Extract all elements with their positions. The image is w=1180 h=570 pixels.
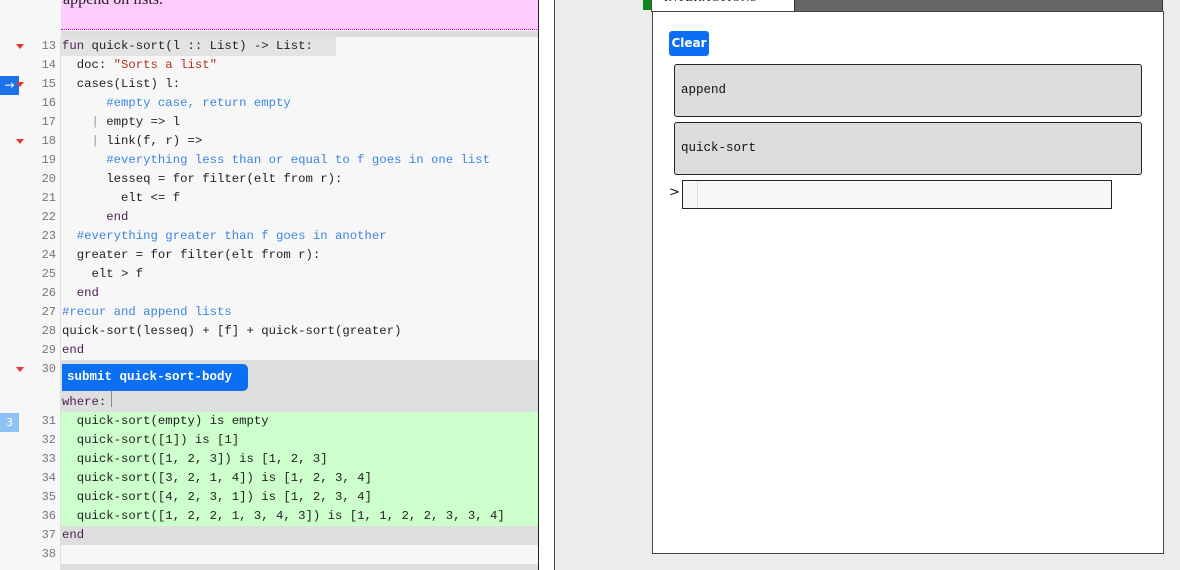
line-number: 22 <box>41 210 56 224</box>
code-line-28[interactable]: 28 quick-sort(lesseq) + [f] + quick-sort… <box>0 322 538 341</box>
line-number: 28 <box>41 324 56 338</box>
code-text: lesseq = for filter(elt from r): <box>62 172 343 186</box>
line-number: 17 <box>41 115 56 129</box>
line-number: 35 <box>41 490 56 504</box>
code-line-25[interactable]: 25 elt > f <box>0 265 538 284</box>
definition-label: append <box>681 83 727 97</box>
line-number: 38 <box>41 547 56 561</box>
code-line-19[interactable]: 19 #everything less than or equal to f g… <box>0 151 538 170</box>
code-line-35[interactable]: 35 quick-sort([4, 2, 3, 1]) is [1, 2, 3,… <box>0 488 538 507</box>
code-line-14[interactable]: 14 doc: "Sorts a list" <box>0 56 538 75</box>
code-text: empty => l <box>106 115 181 129</box>
code-line-31[interactable]: 31 quick-sort(empty) is empty <box>0 412 538 431</box>
code-line-24[interactable]: 24 greater = for filter(elt from r): <box>0 246 538 265</box>
line-number: 16 <box>41 96 56 110</box>
code-text: greater = for filter(elt from r): <box>62 248 321 262</box>
case-bar: | <box>62 115 107 129</box>
string-literal: "Sorts a list" <box>113 58 217 72</box>
line-number: 30 <box>41 362 56 376</box>
line-number: 25 <box>41 267 56 281</box>
comment: #empty case, return empty <box>62 96 291 110</box>
repl-input-gutter <box>697 181 698 208</box>
code-line-36[interactable]: 36 quick-sort([1, 2, 2, 1, 3, 4, 3]) is … <box>0 507 538 526</box>
code-text: end <box>62 210 129 224</box>
prose-block[interactable]: append on lists. <box>61 0 538 30</box>
code-line-21[interactable]: 21 elt <= f <box>0 189 538 208</box>
code-editor[interactable]: append on lists. → 3 13 fun quick-sort(l… <box>0 0 539 570</box>
line-number: 21 <box>41 191 56 205</box>
line-number: 37 <box>41 528 56 542</box>
line-number: 31 <box>41 414 56 428</box>
code-text: quick-sort([1]) is [1] <box>62 433 240 447</box>
code-line-27[interactable]: 27 #recur and append lists <box>0 303 538 322</box>
code-text: link(f, r) => <box>106 134 203 148</box>
code-line-20[interactable]: 20 lesseq = for filter(elt from r): <box>0 170 538 189</box>
line-number: 33 <box>41 452 56 466</box>
code-text: quick-sort([1, 2, 3]) is [1, 2, 3] <box>62 452 328 466</box>
definition-label: quick-sort <box>681 141 757 155</box>
code-line-33[interactable]: 33 quick-sort([1, 2, 3]) is [1, 2, 3] <box>0 450 538 469</box>
comment: #everything less than or equal to f goes… <box>62 153 491 167</box>
repl-prompt: > <box>669 185 680 200</box>
code-text: quick-sort(empty) is empty <box>62 414 269 428</box>
code-text: where: <box>62 395 107 409</box>
line-number: 18 <box>41 134 56 148</box>
code-line-38[interactable]: 38 <box>0 545 538 564</box>
definition-item[interactable]: quick-sort <box>674 122 1142 175</box>
line-number: 14 <box>41 58 56 72</box>
line-number: 32 <box>41 433 56 447</box>
code-line-29[interactable]: 29 end <box>0 341 538 360</box>
code-line-where[interactable]: where: <box>0 393 538 412</box>
line-number: 27 <box>41 305 56 319</box>
code-line-16[interactable]: 16 #empty case, return empty <box>0 94 538 113</box>
comment: #recur and append lists <box>62 305 232 319</box>
line-number: 34 <box>41 471 56 485</box>
code-line-37[interactable]: 37 end <box>0 526 538 545</box>
code-line-17[interactable]: 17 | empty => l <box>0 113 538 132</box>
code-text: end <box>62 343 85 357</box>
case-bar: | <box>62 134 107 148</box>
code-line-13[interactable]: 13 fun quick-sort(l :: List) -> List: <box>0 37 538 56</box>
code-text: end <box>62 286 99 300</box>
prose-text: append on lists. <box>63 0 163 9</box>
code-text: elt <= f <box>62 191 181 205</box>
code-text: quick-sort(l :: List) -> List: <box>84 39 313 53</box>
code-text: elt > f <box>62 267 144 281</box>
line-number: 24 <box>41 248 56 262</box>
submit-quick-sort-body-chip[interactable]: submit quick-sort-body <box>62 364 248 391</box>
line-number: 26 <box>41 286 56 300</box>
code-text: quick-sort([3, 2, 1, 4]) is [1, 2, 3, 4] <box>62 471 372 485</box>
code-text: cases(List) l: <box>62 77 181 91</box>
code-line-22[interactable]: 22 end <box>0 208 538 227</box>
next-block-highlight <box>61 564 538 570</box>
line-number: 20 <box>41 172 56 186</box>
definition-item[interactable]: append <box>674 64 1142 117</box>
pane-splitter[interactable] <box>539 0 555 570</box>
repl-input[interactable] <box>682 180 1112 209</box>
comment: #everything greater than f goes in anoth… <box>62 229 387 243</box>
code-line-15[interactable]: 15 cases(List) l: <box>0 75 538 94</box>
clear-button[interactable]: Clear <box>669 31 709 56</box>
line-number: 29 <box>41 343 56 357</box>
line-number: 23 <box>41 229 56 243</box>
code-text: quick-sort([4, 2, 3, 1]) is [1, 2, 3, 4] <box>62 490 372 504</box>
code-line-26[interactable]: 26 end <box>0 284 538 303</box>
line-number: 36 <box>41 509 56 523</box>
code-line-23[interactable]: 23 #everything greater than f goes in an… <box>0 227 538 246</box>
code-line-18[interactable]: 18 | link(f, r) => <box>0 132 538 151</box>
line-number: 19 <box>41 153 56 167</box>
tab-label: INTERACTIONS <box>664 0 757 5</box>
line-number: 13 <box>41 39 56 53</box>
code-text: end <box>62 528 85 542</box>
keyword: fun <box>62 39 85 53</box>
code-text: quick-sort([1, 2, 2, 1, 3, 4, 3]) is [1,… <box>62 509 505 523</box>
code-text: doc: <box>62 58 114 72</box>
code-line-32[interactable]: 32 quick-sort([1]) is [1] <box>0 431 538 450</box>
code-line-34[interactable]: 34 quick-sort([3, 2, 1, 4]) is [1, 2, 3,… <box>0 469 538 488</box>
code-text: quick-sort(lesseq) + [f] + quick-sort(gr… <box>62 324 402 338</box>
line-number: 15 <box>41 77 56 91</box>
